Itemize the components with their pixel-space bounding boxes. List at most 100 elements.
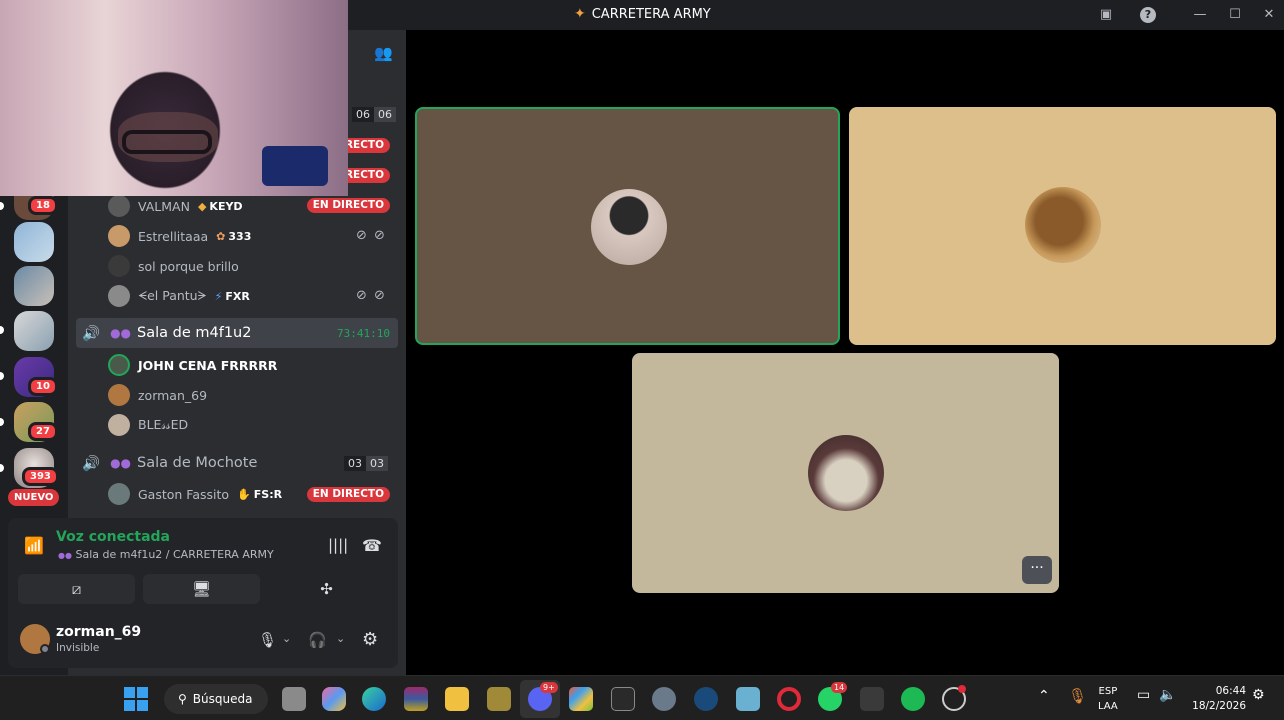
voice-user[interactable]: BLE𝓈𝓈ED [108, 412, 188, 438]
more-options-button[interactable]: ··· [1022, 556, 1052, 584]
noise-suppression-icon[interactable]: |||| [328, 536, 348, 554]
live-badge: EN DIRECTO [306, 487, 390, 502]
settings-gear-icon[interactable]: ⚙ [362, 629, 378, 650]
mic-tray-icon[interactable]: 🎙 [1068, 687, 1087, 705]
voice-location[interactable]: ●● Sala de m4f1u2 / CARRETERA ARMY [58, 548, 274, 561]
language-indicator[interactable]: ESP LAA [1098, 684, 1118, 714]
window-title-text: CARRETERA ARMY [591, 6, 711, 22]
avatar [108, 414, 130, 436]
webcam-overlay [0, 0, 348, 196]
server-badge: 27 [28, 422, 58, 441]
user-tag: ⚡ FXR [214, 289, 250, 303]
new-badge[interactable]: NUEVO [8, 489, 60, 506]
channel-type-icon: ●● [58, 551, 72, 560]
task-view-icon[interactable] [282, 687, 306, 711]
deafened-icon: ⊘ [374, 288, 385, 303]
copilot-icon[interactable] [322, 687, 346, 711]
voice-user[interactable]: JOHN CENA FRRRRR [108, 352, 277, 378]
steam-icon[interactable] [694, 687, 718, 711]
app-icon[interactable] [860, 687, 884, 711]
user-name: Gaston Fassito [138, 486, 230, 502]
start-icon[interactable] [124, 687, 148, 711]
participant-avatar [1025, 187, 1101, 263]
app-icon[interactable] [487, 687, 511, 711]
notification-icon[interactable]: ⚙ [1252, 687, 1265, 703]
chevron-down-icon[interactable]: ⌄ [282, 632, 291, 645]
deafened-icon: ⊘ [374, 228, 385, 243]
help-icon[interactable]: ? [1138, 5, 1158, 25]
window-title: ✦ CARRETERA ARMY [574, 6, 711, 22]
server-badge: 18 [28, 196, 58, 215]
server-icon-3[interactable] [14, 266, 54, 306]
voice-user[interactable]: VALMAN ◆ KEYD [108, 193, 243, 219]
voice-user[interactable]: Gaston Fassito ✋ FS:R [108, 481, 282, 507]
webcam-glasses [122, 130, 212, 154]
chevron-down-icon[interactable]: ⌄ [336, 632, 345, 645]
close-button[interactable]: ✕ [1259, 5, 1279, 25]
camera-button[interactable]: ⧄ [18, 574, 135, 604]
channel-type-icon: ●● [110, 456, 132, 470]
participant-avatar [591, 189, 667, 265]
activities-button[interactable]: ✣ [268, 574, 385, 604]
unread-pill [0, 418, 4, 426]
voice-status[interactable]: Voz conectada [56, 529, 170, 545]
user-tag: ◆ KEYD [197, 199, 243, 213]
edge-icon[interactable] [362, 687, 386, 711]
add-friend-icon[interactable]: 👥 [374, 44, 393, 62]
user-name[interactable]: zorman_69 [56, 624, 141, 640]
settings-icon[interactable] [652, 687, 676, 711]
winrar-icon[interactable] [404, 687, 428, 711]
webcam-object [262, 146, 328, 186]
windows-taskbar: ⚲ Búsqueda 9+ 14 ⌃ 🎙 ESP LAA ▭ 🔈 06:44 18/… [0, 675, 1284, 720]
voice-user[interactable]: ᗕel Pantuᗒ ⚡ FXR [108, 283, 250, 309]
user-name: zorman_69 [138, 387, 208, 403]
live-badge: EN DIRECTO [306, 198, 390, 213]
participant-avatar [808, 435, 884, 511]
video-tile-3[interactable]: ··· [632, 353, 1059, 593]
server-icon-4[interactable] [14, 311, 54, 351]
user-tag: ✿ 333 [216, 229, 252, 243]
voice-user[interactable]: sol porque brillo [108, 253, 239, 279]
headphones-icon[interactable]: 🎧 [308, 631, 327, 649]
status-indicator [40, 644, 50, 654]
channel-timer: 73:41:10 [337, 326, 390, 340]
voice-channel-active[interactable]: 🔊 ●● Sala de m4f1u2 73:41:10 [76, 318, 398, 348]
channel-name: Sala de Mochote [137, 455, 258, 471]
voice-channel[interactable]: 🔊 ●● Sala de Mochote 03 03 [76, 448, 398, 478]
screen-share-icon[interactable]: ▣ [1096, 5, 1116, 25]
microphone-icon[interactable]: 🎙 [258, 631, 277, 649]
unread-pill [0, 326, 4, 334]
screen-share-button[interactable]: 🖥 [143, 574, 260, 604]
volume-icon[interactable]: 🔈 [1159, 687, 1176, 703]
server-icon-2[interactable] [14, 222, 54, 262]
voice-user[interactable]: zorman_69 [108, 382, 207, 408]
opera-icon[interactable] [777, 687, 801, 711]
clock[interactable]: 06:44 18/2/2026 [1186, 684, 1246, 714]
search-box[interactable]: ⚲ Búsqueda [164, 684, 268, 714]
spotify-icon[interactable] [901, 687, 925, 711]
minimize-button[interactable]: — [1190, 5, 1210, 25]
epic-games-icon[interactable] [611, 687, 635, 711]
server-badge: 10 [28, 377, 58, 396]
disconnect-icon[interactable]: ☎ [362, 536, 382, 555]
user-name: sol porque brillo [138, 258, 239, 274]
chevron-up-icon[interactable]: ⌃ [1038, 688, 1050, 704]
speaker-icon: 🔊 [82, 325, 101, 342]
maximize-button[interactable]: ☐ [1225, 5, 1245, 25]
network-icon[interactable]: ▭ [1137, 687, 1150, 703]
user-name: ᗕel Pantuᗒ [138, 288, 207, 303]
ms-store-icon[interactable] [569, 687, 593, 711]
video-tile-1[interactable] [415, 107, 840, 345]
speaker-icon: 🔊 [82, 455, 101, 472]
user-name: VALMAN [138, 198, 190, 214]
member-count: 03 03 [344, 455, 388, 471]
channel-type-icon: ●● [110, 326, 132, 340]
file-explorer-icon[interactable] [445, 687, 469, 711]
mic-muted-icon: ⊘ [356, 228, 367, 243]
voice-panel: 📶 Voz conectada ●● Sala de m4f1u2 / CARR… [8, 518, 398, 668]
voice-user[interactable]: Estrellitaaa ✿ 333 [108, 223, 251, 249]
user-name: Estrellitaaa [138, 228, 209, 244]
app-icon[interactable] [736, 687, 760, 711]
user-name: JOHN CENA FRRRRR [138, 357, 278, 373]
video-tile-2[interactable] [849, 107, 1276, 345]
